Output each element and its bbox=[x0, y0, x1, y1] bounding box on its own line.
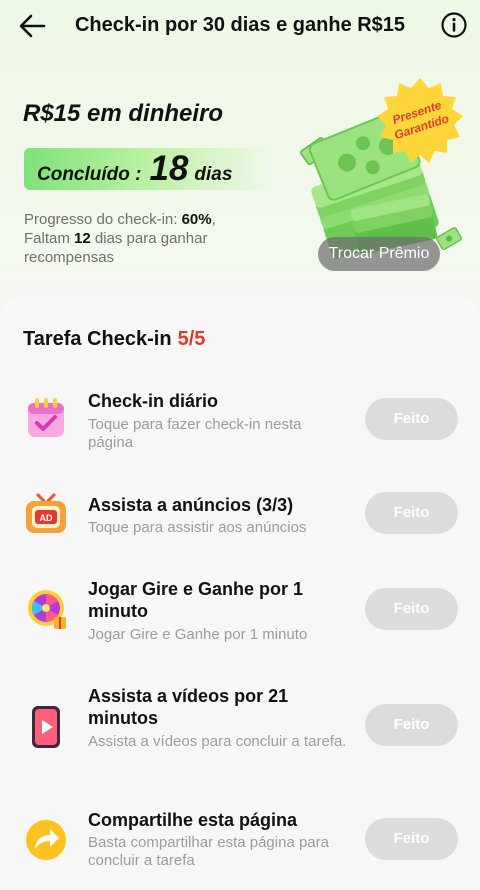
calendar-icon bbox=[28, 398, 64, 437]
completed-label: Concluído : bbox=[37, 164, 142, 185]
task-name: Assista a vídeos por 21 minutos bbox=[88, 686, 289, 728]
remaining-days: 12 bbox=[74, 230, 91, 247]
task-description: Jogar Gire e Ganhe por 1 minuto bbox=[88, 626, 308, 643]
prize-wheel-icon bbox=[28, 590, 66, 629]
top-bar: Check-in por 30 dias e ganhe R$15 bbox=[0, 0, 480, 52]
completed-days-unit: dias bbox=[194, 164, 233, 185]
svg-text:AD: AD bbox=[40, 513, 53, 523]
page-title: Check-in por 30 dias e ganhe R$15 bbox=[74, 14, 406, 36]
tasks-count: 5/5 bbox=[177, 328, 206, 350]
tasks-title: Tarefa Check-in 5/5 bbox=[23, 328, 205, 351]
tv-ad-icon: AD bbox=[26, 493, 66, 533]
task-description: Toque para assistir aos anúncios bbox=[88, 519, 307, 536]
task-name: Jogar Gire e Ganhe por 1 minuto bbox=[88, 579, 304, 621]
task-done-button[interactable]: Feito bbox=[365, 492, 458, 534]
task-description: Assista a vídeos para concluir a tarefa. bbox=[88, 733, 347, 750]
reward-hero: R$15 em dinheiro Concluído : 18 dias Pro… bbox=[0, 52, 480, 297]
completed-days-pill: Concluído : 18 dias bbox=[24, 148, 274, 190]
task-done-button[interactable]: Feito bbox=[365, 588, 458, 630]
remaining-prefix: Faltam bbox=[24, 230, 75, 247]
task-done-button[interactable]: Feito bbox=[365, 704, 458, 746]
progress-text: Progresso do check-in: 60%, Faltam 12 di… bbox=[24, 211, 216, 266]
progress-label: Progresso do check-in: bbox=[24, 211, 182, 228]
share-icon bbox=[26, 820, 66, 860]
task-name: Check-in diário bbox=[88, 391, 219, 411]
tasks-title-label: Tarefa Check-in bbox=[23, 328, 172, 350]
task-name: Assista a anúncios (3/3) bbox=[88, 495, 294, 515]
video-player-icon bbox=[32, 706, 60, 748]
task-done-button[interactable]: Feito bbox=[365, 818, 458, 860]
reward-title: R$15 em dinheiro bbox=[23, 100, 224, 127]
completed-days-count: 18 bbox=[149, 149, 189, 188]
progress-value: 60% bbox=[181, 211, 212, 228]
task-description: Basta compartilhar esta página para conc… bbox=[88, 834, 329, 869]
checkin-tasks-card: Tarefa Check-in 5/5 Check-in diário Toque… bbox=[0, 297, 480, 890]
task-description: Toque para fazer check-in nesta página bbox=[88, 416, 302, 451]
info-icon[interactable] bbox=[440, 11, 468, 39]
task-name: Compartilhe esta página bbox=[88, 810, 298, 830]
task-done-button[interactable]: Feito bbox=[365, 398, 458, 440]
swap-prize-button[interactable]: Trocar Prêmio bbox=[318, 237, 440, 271]
